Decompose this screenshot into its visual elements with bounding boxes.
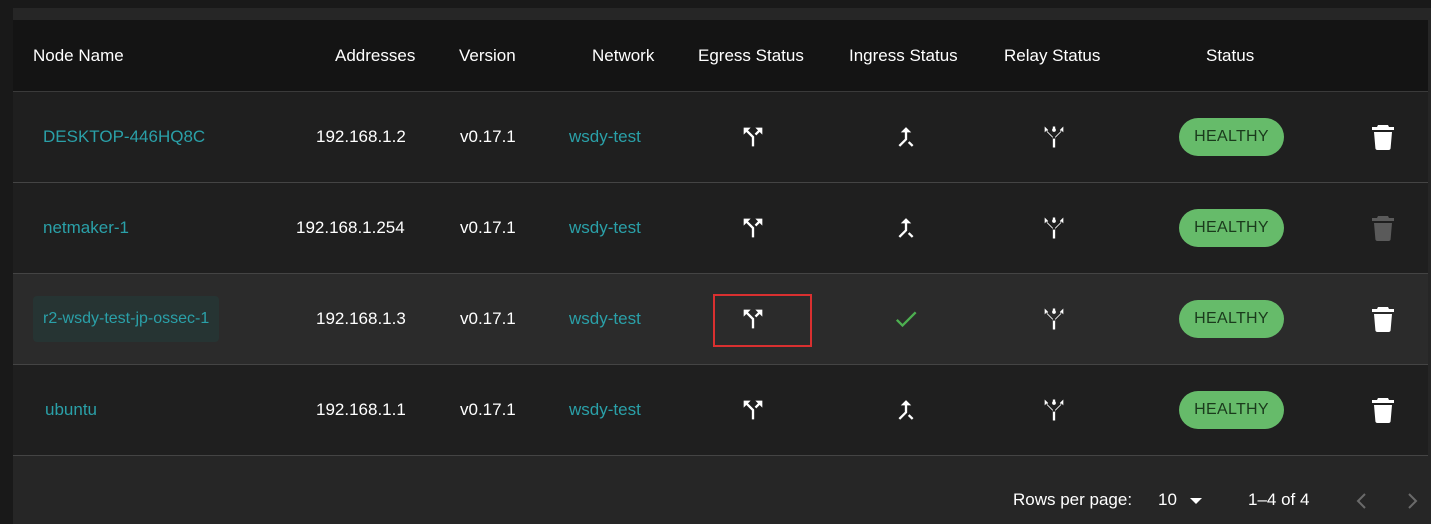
header-addresses[interactable]: Addresses <box>335 20 415 91</box>
dropdown-arrow-icon <box>1189 497 1202 505</box>
rows-per-page-value: 10 <box>1158 490 1177 509</box>
node-version: v0.17.1 <box>460 309 516 328</box>
node-network-link[interactable]: wsdy-test <box>569 365 641 455</box>
nodes-table: Node Name Addresses Version Network Egre… <box>13 20 1428 456</box>
table-row[interactable]: netmaker-1 192.168.1.254 v0.17.1 wsdy-te… <box>13 183 1428 274</box>
header-node-name[interactable]: Node Name <box>33 20 124 91</box>
status-badge: HEALTHY <box>1179 209 1284 247</box>
egress-fork-icon[interactable] <box>739 123 767 151</box>
header-relay-status[interactable]: Relay Status <box>1004 20 1100 91</box>
rows-per-page-select[interactable]: 10 <box>1158 476 1202 524</box>
node-network-link[interactable]: wsdy-test <box>569 274 641 364</box>
node-address: 192.168.1.1 <box>316 400 406 419</box>
egress-fork-icon[interactable] <box>739 305 767 333</box>
status-badge: HEALTHY <box>1179 391 1284 429</box>
relay-branch-icon[interactable] <box>1040 396 1068 424</box>
trash-icon-disabled <box>1371 215 1395 241</box>
node-network-link[interactable]: wsdy-test <box>569 183 641 273</box>
node-name-link[interactable]: netmaker-1 <box>43 183 129 273</box>
pagination-range: 1–4 of 4 <box>1248 490 1310 509</box>
table-header: Node Name Addresses Version Network Egre… <box>13 20 1428 92</box>
table-row[interactable]: DESKTOP-446HQ8C 192.168.1.2 v0.17.1 wsdy… <box>13 92 1428 183</box>
trash-icon[interactable] <box>1371 124 1395 150</box>
header-status[interactable]: Status <box>1206 20 1254 91</box>
node-network-link[interactable]: wsdy-test <box>569 92 641 182</box>
node-name-link[interactable]: DESKTOP-446HQ8C <box>43 92 205 182</box>
status-badge: HEALTHY <box>1179 300 1284 338</box>
node-address: 192.168.1.254 <box>296 218 405 237</box>
check-icon[interactable] <box>892 305 920 333</box>
relay-branch-icon[interactable] <box>1040 214 1068 242</box>
node-address: 192.168.1.2 <box>316 127 406 146</box>
node-version: v0.17.1 <box>460 218 516 237</box>
header-network[interactable]: Network <box>592 20 654 91</box>
header-ingress-status[interactable]: Ingress Status <box>849 20 958 91</box>
trash-icon[interactable] <box>1371 306 1395 332</box>
table-row[interactable]: ubuntu 192.168.1.1 v0.17.1 wsdy-test HEA… <box>13 365 1428 456</box>
table-row[interactable]: r2-wsdy-test-jp-ossec-1 192.168.1.3 v0.1… <box>13 274 1428 365</box>
next-page-icon[interactable] <box>1406 476 1418 524</box>
rows-per-page-label: Rows per page: <box>1013 490 1133 509</box>
ingress-merge-icon[interactable] <box>892 396 920 424</box>
relay-branch-icon[interactable] <box>1040 305 1068 333</box>
status-badge: HEALTHY <box>1179 118 1284 156</box>
node-name-link[interactable]: ubuntu <box>45 365 97 455</box>
ingress-merge-icon[interactable] <box>892 123 920 151</box>
header-egress-status[interactable]: Egress Status <box>698 20 804 91</box>
header-version[interactable]: Version <box>459 20 516 91</box>
node-version: v0.17.1 <box>460 127 516 146</box>
trash-icon[interactable] <box>1371 397 1395 423</box>
egress-fork-icon[interactable] <box>739 214 767 242</box>
relay-branch-icon[interactable] <box>1040 123 1068 151</box>
node-name-link[interactable]: r2-wsdy-test-jp-ossec-1 <box>33 296 220 342</box>
node-address: 192.168.1.3 <box>316 309 406 328</box>
prev-page-icon[interactable] <box>1356 476 1368 524</box>
ingress-merge-icon[interactable] <box>892 214 920 242</box>
node-version: v0.17.1 <box>460 400 516 419</box>
egress-fork-icon[interactable] <box>739 396 767 424</box>
